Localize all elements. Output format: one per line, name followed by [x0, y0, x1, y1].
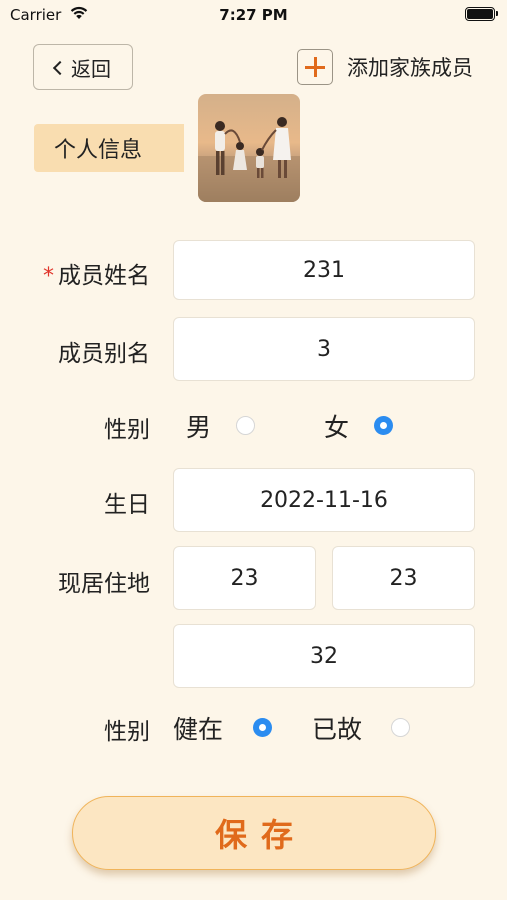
residence-detail-input[interactable]: 32: [173, 624, 475, 688]
member-name-input[interactable]: 231: [173, 240, 475, 300]
chevron-left-icon: [52, 60, 68, 75]
birthday-input[interactable]: 2022-11-16: [173, 468, 475, 532]
personal-info-tag: 个人信息: [34, 124, 184, 172]
member-name-label: 成员姓名: [58, 263, 150, 289]
residence-province-input[interactable]: 23: [173, 546, 316, 610]
residence-label: 现居住地: [58, 571, 150, 597]
member-name-label-row: * 成员姓名: [10, 256, 150, 290]
family-photo[interactable]: [198, 94, 300, 202]
save-button[interactable]: 保存: [72, 796, 436, 870]
battery-icon: [465, 7, 498, 21]
back-button[interactable]: 返回: [33, 44, 133, 90]
residence-city-input[interactable]: 23: [332, 546, 475, 610]
add-family-member-button[interactable]: 添加家族成员: [297, 49, 473, 85]
status-bar: Carrier 7:27 PM: [0, 0, 507, 30]
personal-info-label: 个人信息: [54, 138, 143, 163]
status-deceased-label[interactable]: 已故: [312, 710, 362, 746]
member-alias-input[interactable]: 3: [173, 317, 475, 381]
gender-female-radio[interactable]: [374, 416, 393, 435]
birthday-label: 生日: [104, 492, 150, 518]
living-status-label: 性别: [104, 719, 150, 745]
clock: 7:27 PM: [219, 6, 288, 24]
status-deceased-radio[interactable]: [391, 718, 410, 737]
gender-option-male-label[interactable]: 男: [186, 408, 211, 444]
status-alive-label[interactable]: 健在: [173, 710, 223, 746]
status-alive-radio[interactable]: [253, 718, 272, 737]
gender-option-female-label[interactable]: 女: [324, 408, 349, 444]
gender-label: 性别: [104, 417, 150, 443]
plus-icon: [297, 49, 333, 85]
member-alias-label: 成员别名: [58, 341, 150, 367]
gender-male-radio[interactable]: [236, 416, 255, 435]
back-label: 返回: [71, 56, 111, 81]
required-icon: *: [43, 264, 54, 289]
add-member-label: 添加家族成员: [347, 56, 473, 80]
